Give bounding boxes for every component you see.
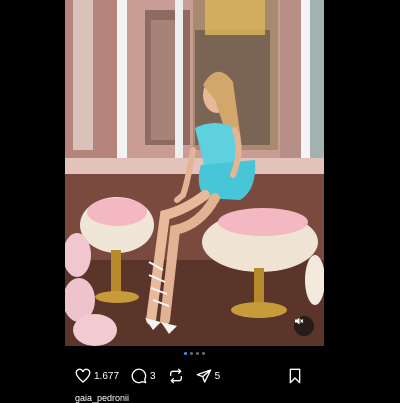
carousel-indicator: [65, 352, 324, 358]
carousel-dot: [202, 352, 205, 355]
share-button[interactable]: 5: [196, 368, 221, 384]
photo-illustration: [65, 0, 324, 346]
post-username[interactable]: gaia_pedronii: [75, 393, 129, 403]
bookmark-icon: [289, 368, 301, 384]
share-count[interactable]: 5: [215, 371, 221, 382]
repost-icon: [169, 368, 182, 384]
carousel-dot: [184, 352, 187, 355]
carousel-dot: [196, 352, 199, 355]
heart-icon: [75, 368, 91, 383]
post-card: 1.677 3 5 gaia_pedronii: [65, 0, 324, 403]
save-button[interactable]: [288, 368, 302, 384]
carousel-dot: [190, 352, 193, 355]
comment-button[interactable]: 3: [131, 368, 156, 384]
comment-bubble-icon: [131, 368, 147, 384]
post-photo[interactable]: [65, 0, 324, 346]
post-actions-bar: 1.677 3 5: [75, 366, 314, 386]
send-icon: [196, 369, 211, 383]
repost-button[interactable]: [168, 368, 184, 384]
sound-toggle-button[interactable]: [294, 316, 314, 336]
like-count[interactable]: 1.677: [94, 371, 119, 382]
comment-count[interactable]: 3: [150, 371, 156, 382]
like-button[interactable]: 1.677: [75, 368, 119, 384]
speaker-muted-icon: [295, 317, 304, 325]
